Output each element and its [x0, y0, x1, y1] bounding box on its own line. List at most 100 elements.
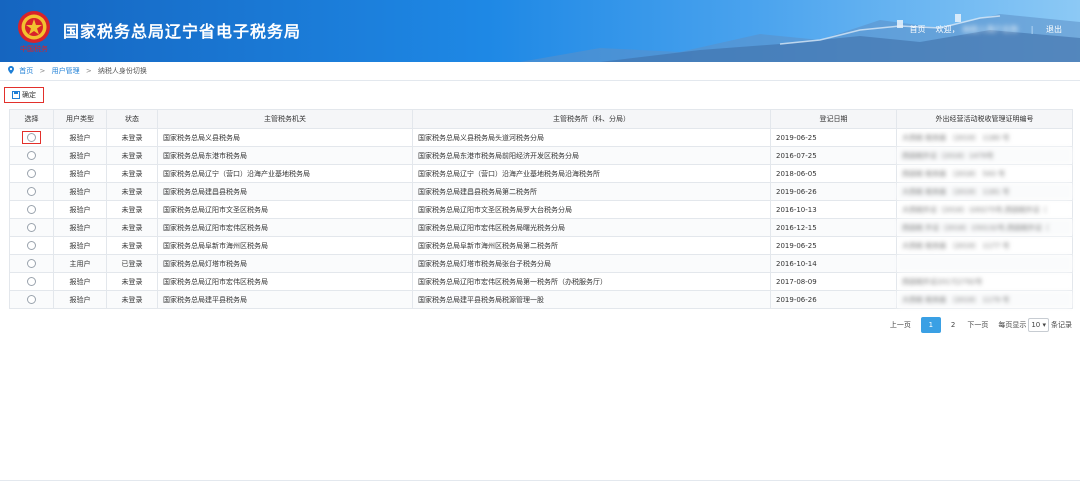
row-select-radio[interactable]: [27, 223, 36, 232]
user-type-cell: 报验户: [53, 128, 107, 147]
user-type-cell: 报验户: [53, 146, 107, 165]
top-banner: 中国税务 国家税务总局辽宁省电子税务局 首页 欢迎， 纳税人用户名称 | 退出: [0, 0, 1080, 62]
col-header-status: 状态: [106, 109, 158, 129]
col-header-tax-branch: 主管税务所（科、分局）: [412, 109, 771, 129]
row-select-radio[interactable]: [27, 295, 36, 304]
confirm-button-label: 确定: [22, 91, 36, 99]
breadcrumb-home[interactable]: 首页: [19, 67, 33, 75]
svg-text:中国税务: 中国税务: [20, 44, 48, 53]
tax-branch-cell: 国家税务总局辽宁（营口）沿海产业基地税务局沿海税务所: [412, 164, 771, 183]
status-cell: 未登录: [106, 128, 158, 147]
row-select-radio[interactable]: [27, 205, 36, 214]
chevron-down-icon: ▾: [1042, 321, 1046, 329]
per-page-value: 10: [1031, 321, 1041, 329]
breadcrumb-current: 纳税人身份切换: [97, 67, 147, 75]
reg-date-cell: 2019-06-26: [770, 182, 897, 201]
cert-no-cell: 大西税 税务报 〔2019〕 1179 号: [896, 290, 1073, 309]
col-header-user-type: 用户类型: [53, 109, 107, 129]
cert-no-cell: 西固税外证2017[2792号: [896, 272, 1073, 291]
tax-office-cell: 国家税务总局灯塔市税务局: [157, 254, 413, 273]
status-cell: 未登录: [106, 164, 158, 183]
col-header-tax-office: 主管税务机关: [157, 109, 413, 129]
divider: [0, 80, 1080, 81]
tax-emblem-logo: 中国税务: [18, 11, 50, 53]
breadcrumb-user-management[interactable]: 用户管理: [52, 67, 80, 75]
table-row[interactable]: 报验户 未登录 国家税务总局阜新市海州区税务局 国家税务总局阜新市海州区税务局第…: [9, 236, 1073, 255]
page-1-button[interactable]: 1: [920, 317, 941, 333]
row-select-radio[interactable]: [27, 277, 36, 286]
table-header-row: 选择 用户类型 状态 主管税务机关 主管税务所（科、分局） 登记日期 外出经营活…: [9, 109, 1073, 129]
per-page-suffix: 条记录: [1051, 321, 1072, 329]
logout-link[interactable]: 退出: [1046, 25, 1062, 34]
cert-no-cell: 大西税外证〔2016〕100275号,西固税外证〔: [896, 200, 1073, 219]
table-row[interactable]: 报验户 未登录 国家税务总局辽阳市宏伟区税务局 国家税务总局辽阳市宏伟区税务局曙…: [9, 218, 1073, 237]
tax-office-cell: 国家税务总局建平县税务局: [157, 290, 413, 309]
cert-no-cell: 大西税 税务报 〔2019〕 1180 号: [896, 128, 1073, 147]
user-type-cell: 报验户: [53, 272, 107, 291]
user-type-cell: 主用户: [53, 254, 107, 273]
status-cell: 未登录: [106, 182, 158, 201]
row-select-radio[interactable]: [27, 241, 36, 250]
cert-no-cell: 大西税 税务报 〔2019〕 1181 号: [896, 182, 1073, 201]
footer-divider: [0, 480, 1080, 481]
table-row[interactable]: 主用户 已登录 国家税务总局灯塔市税务局 国家税务总局灯塔市税务局张台子税务分局…: [9, 254, 1073, 273]
table-row[interactable]: 报验户 未登录 国家税务总局辽宁（营口）沿海产业基地税务局 国家税务总局辽宁（营…: [9, 164, 1073, 183]
tax-branch-cell: 国家税务总局辽阳市宏伟区税务局曙光税务分局: [412, 218, 771, 237]
col-header-reg-date: 登记日期: [770, 109, 897, 129]
status-cell: 未登录: [106, 200, 158, 219]
user-type-cell: 报验户: [53, 200, 107, 219]
tax-branch-cell: 国家税务总局灯塔市税务局张台子税务分局: [412, 254, 771, 273]
welcome-text: 欢迎，: [935, 25, 960, 34]
header-user-area: 首页 欢迎， 纳税人用户名称 | 退出: [909, 24, 1062, 35]
tax-branch-cell: 国家税务总局辽阳市文圣区税务局罗大台税务分局: [412, 200, 771, 219]
tax-branch-cell: 国家税务总局东港市税务局前阳经济开发区税务分局: [412, 146, 771, 165]
home-link[interactable]: 首页: [909, 25, 925, 34]
user-name: 纳税人用户名称: [962, 25, 1019, 34]
selected-radio-highlight: [22, 131, 41, 144]
row-select-radio[interactable]: [27, 259, 36, 268]
status-cell: 已登录: [106, 254, 158, 273]
reg-date-cell: 2019-06-26: [770, 290, 897, 309]
status-cell: 未登录: [106, 218, 158, 237]
tax-office-cell: 国家税务总局辽阳市文圣区税务局: [157, 200, 413, 219]
table-row[interactable]: 报验户 未登录 国家税务总局辽阳市文圣区税务局 国家税务总局辽阳市文圣区税务局罗…: [9, 200, 1073, 219]
reg-date-cell: 2016-12-15: [770, 218, 897, 237]
per-page-select[interactable]: 10 ▾: [1028, 318, 1049, 332]
row-select-radio[interactable]: [27, 133, 36, 142]
location-pin-icon: [8, 66, 14, 74]
table-row[interactable]: 报验户 未登录 国家税务总局建昌县税务局 国家税务总局建昌县税务局第二税务所 2…: [9, 182, 1073, 201]
col-header-select: 选择: [9, 109, 54, 129]
tax-office-cell: 国家税务总局义县税务局: [157, 128, 413, 147]
page-2-button[interactable]: 2: [945, 321, 961, 329]
tax-office-cell: 国家税务总局辽阳市宏伟区税务局: [157, 272, 413, 291]
user-type-cell: 报验户: [53, 182, 107, 201]
cert-no-cell: 西固税 外证〔2016〕150132号,西固税外证〔: [896, 218, 1073, 237]
cert-no-cell: 西固税 税务报 〔2018〕 543 号: [896, 164, 1073, 183]
row-select-radio[interactable]: [27, 169, 36, 178]
cert-no-cell: 西固税外证〔2016〕1479号: [896, 146, 1073, 165]
cert-no-cell: [896, 254, 1073, 273]
confirm-button[interactable]: 确定: [4, 87, 44, 103]
tax-branch-cell: 国家税务总局阜新市海州区税务局第二税务所: [412, 236, 771, 255]
reg-date-cell: 2016-10-14: [770, 254, 897, 273]
next-page-button[interactable]: 下一页: [961, 320, 994, 330]
row-select-radio[interactable]: [27, 151, 36, 160]
reg-date-cell: 2019-06-25: [770, 236, 897, 255]
user-type-cell: 报验户: [53, 164, 107, 183]
table-row[interactable]: 报验户 未登录 国家税务总局义县税务局 国家税务总局义县税务局头道河税务分局 2…: [9, 128, 1073, 147]
reg-date-cell: 2019-06-25: [770, 128, 897, 147]
row-select-radio[interactable]: [27, 187, 36, 196]
pagination: 上一页 1 2 下一页 每页显示 10 ▾ 条记录: [884, 317, 1072, 333]
header-separator: |: [1030, 25, 1034, 34]
user-type-cell: 报验户: [53, 290, 107, 309]
tax-office-cell: 国家税务总局辽宁（营口）沿海产业基地税务局: [157, 164, 413, 183]
status-cell: 未登录: [106, 236, 158, 255]
table-row[interactable]: 报验户 未登录 国家税务总局建平县税务局 国家税务总局建平县税务局税源管理一股 …: [9, 290, 1073, 309]
tax-office-cell: 国家税务总局辽阳市宏伟区税务局: [157, 218, 413, 237]
table-row[interactable]: 报验户 未登录 国家税务总局辽阳市宏伟区税务局 国家税务总局辽阳市宏伟区税务局第…: [9, 272, 1073, 291]
tax-office-cell: 国家税务总局东港市税务局: [157, 146, 413, 165]
prev-page-button[interactable]: 上一页: [884, 320, 917, 330]
table-row[interactable]: 报验户 未登录 国家税务总局东港市税务局 国家税务总局东港市税务局前阳经济开发区…: [9, 146, 1073, 165]
breadcrumb: 首页 > 用户管理 > 纳税人身份切换: [8, 66, 147, 76]
tax-office-cell: 国家税务总局建昌县税务局: [157, 182, 413, 201]
